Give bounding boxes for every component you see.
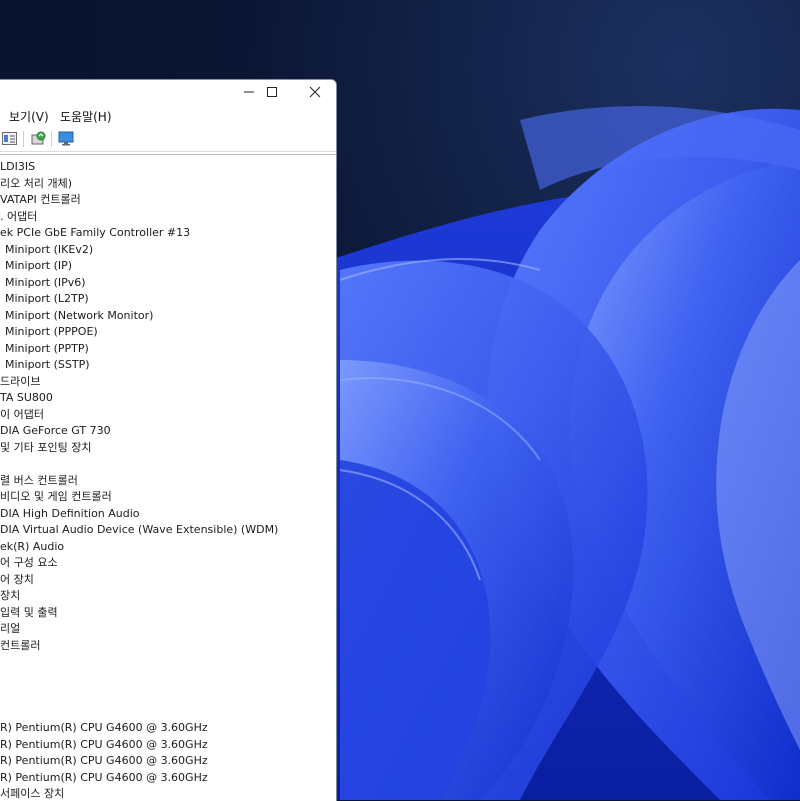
tree-item[interactable]: 드라이브: [0, 374, 40, 390]
tree-item[interactable]: TA SU800: [0, 390, 53, 406]
tree-item[interactable]: 서페이스 장치: [0, 786, 64, 801]
tree-item[interactable]: LDI3IS: [0, 159, 35, 175]
tree-item[interactable]: ek PCIe GbE Family Controller #13: [0, 225, 190, 241]
toolbar-divider: [51, 131, 52, 147]
close-icon[interactable]: [292, 80, 336, 104]
tree-item[interactable]: DIA High Definition Audio: [0, 506, 140, 522]
tree-item[interactable]: R) Pentium(R) CPU G4600 @ 3.60GHz: [0, 753, 208, 769]
tree-item[interactable]: 이 어댑터: [0, 407, 44, 423]
tree-item[interactable]: Miniport (L2TP): [5, 291, 89, 307]
tree-item[interactable]: 어 장치: [0, 572, 34, 588]
title-bar: [0, 80, 336, 104]
tree-item[interactable]: Miniport (IKEv2): [5, 242, 93, 258]
tree-item[interactable]: 장치: [0, 588, 20, 604]
tree-item[interactable]: Miniport (PPPOE): [5, 324, 98, 340]
tree-item[interactable]: 리오 처리 개체): [0, 176, 72, 192]
tree-item[interactable]: R) Pentium(R) CPU G4600 @ 3.60GHz: [0, 720, 208, 736]
tree-item[interactable]: 컨트롤러: [0, 638, 40, 654]
tree-item[interactable]: Miniport (IP): [5, 258, 72, 274]
menu-view[interactable]: 보기(V): [9, 108, 49, 125]
tree-item[interactable]: DIA GeForce GT 730: [0, 423, 111, 439]
tree-item[interactable]: Miniport (PPTP): [5, 341, 89, 357]
tree-item[interactable]: . 어댑터: [0, 209, 37, 225]
tree-item[interactable]: 및 기타 포인팅 장치: [0, 440, 91, 456]
tree-item[interactable]: 비디오 및 게임 컨트롤러: [0, 489, 112, 505]
tree-item[interactable]: VATAPI 컨트롤러: [0, 192, 81, 208]
tree-item[interactable]: 입력 및 출력: [0, 605, 58, 621]
properties-icon[interactable]: [2, 131, 18, 146]
tree-item[interactable]: DIA Virtual Audio Device (Wave Extensibl…: [0, 522, 278, 538]
monitor-icon[interactable]: [58, 131, 74, 146]
tree-item[interactable]: 리얼: [0, 621, 20, 637]
update-driver-icon[interactable]: [30, 131, 46, 146]
tree-item[interactable]: Miniport (IPv6): [5, 275, 86, 291]
tree-item[interactable]: 렬 버스 컨트롤러: [0, 473, 78, 489]
device-tree[interactable]: LDI3IS 리오 처리 개체) VATAPI 컨트롤러. 어댑터 ek PCIe G…: [0, 154, 336, 801]
tree-item[interactable]: R) Pentium(R) CPU G4600 @ 3.60GHz: [0, 737, 208, 753]
menu-help[interactable]: 도움말(H): [60, 108, 112, 125]
menu-bar: 보기(V) 도움말(H): [0, 106, 336, 126]
tree-item[interactable]: 어 구성 요소: [0, 555, 58, 571]
tree-item[interactable]: ek(R) Audio: [0, 539, 64, 555]
tree-item[interactable]: Miniport (Network Monitor): [5, 308, 153, 324]
toolbar: [0, 127, 336, 152]
tree-item[interactable]: R) Pentium(R) CPU G4600 @ 3.60GHz: [0, 770, 208, 786]
device-manager-window: 보기(V) 도움말(H) LDI3IS 리오 처리 개체) VATAPI 컨트롤러.…: [0, 79, 337, 801]
toolbar-divider: [23, 131, 24, 147]
tree-item[interactable]: Miniport (SSTP): [5, 357, 90, 373]
maximize-icon[interactable]: [249, 80, 295, 104]
